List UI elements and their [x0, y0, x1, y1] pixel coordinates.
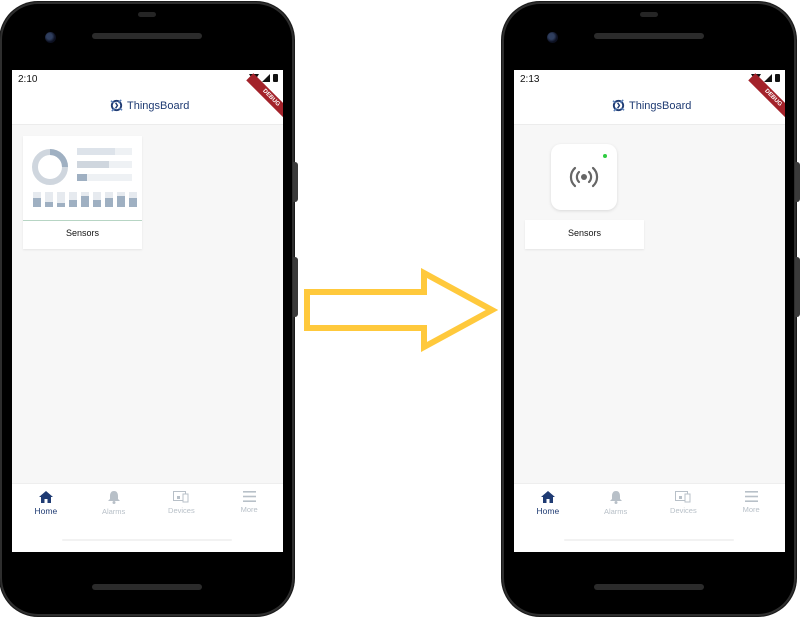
menu-icon — [744, 491, 758, 502]
phone-before: 2:10 ThingsBoard DEBUG Sensors Home Alar… — [0, 2, 298, 616]
bell-icon — [609, 491, 622, 504]
gesture-bar[interactable] — [62, 539, 232, 541]
screen-after: 2:13 ThingsBoard DEBUG Sensors Home Alar… — [514, 70, 785, 552]
signal-icon — [262, 74, 270, 82]
bell-icon — [107, 491, 120, 504]
devices-icon — [675, 491, 691, 503]
phone-notch — [640, 12, 658, 17]
battery-icon — [775, 74, 780, 82]
battery-icon — [273, 74, 278, 82]
app-bar: ThingsBoard DEBUG — [514, 73, 785, 125]
nav-alarms[interactable]: Alarms — [80, 484, 148, 532]
nav-label: Home — [34, 506, 58, 516]
app-brand: ThingsBoard — [611, 98, 691, 113]
status-time: 2:10 — [18, 74, 38, 85]
nav-home[interactable]: Home — [12, 484, 80, 532]
front-camera — [547, 32, 558, 43]
gesture-area — [12, 531, 283, 552]
volume-button — [795, 257, 800, 317]
bottom-speaker — [594, 584, 704, 590]
nav-more[interactable]: More — [717, 484, 785, 532]
power-button — [293, 162, 298, 202]
device-tile — [551, 144, 617, 210]
nav-home[interactable]: Home — [514, 484, 582, 532]
nav-label: Home — [536, 506, 560, 516]
nav-label: Alarms — [603, 507, 628, 516]
volume-button — [293, 257, 298, 317]
nav-label: More — [240, 505, 258, 514]
devices-icon — [173, 491, 189, 503]
home-icon — [540, 491, 555, 503]
dashboard-card-sensors[interactable]: Sensors — [23, 136, 142, 249]
home-icon — [38, 491, 53, 503]
phone-notch — [138, 12, 156, 17]
status-bar: 2:13 — [514, 70, 785, 88]
gesture-area — [514, 531, 785, 552]
status-bar: 2:10 — [12, 70, 283, 88]
dashboard-preview-thumbnail — [23, 148, 142, 221]
app-title: ThingsBoard — [629, 99, 692, 112]
online-status-dot — [603, 154, 607, 158]
nav-alarms[interactable]: Alarms — [582, 484, 650, 532]
transition-arrow-icon — [304, 268, 498, 352]
menu-icon — [242, 491, 256, 502]
bottom-navigation: Home Alarms Devices More — [514, 483, 785, 532]
screen-before: 2:10 ThingsBoard DEBUG Sensors Home Alar… — [12, 70, 283, 552]
nav-devices[interactable]: Devices — [148, 484, 216, 532]
device-label-box: Sensors — [525, 220, 644, 249]
card-label: Sensors — [567, 228, 602, 238]
bottom-speaker — [92, 584, 202, 590]
nav-more[interactable]: More — [215, 484, 283, 532]
app-brand: ThingsBoard — [109, 98, 189, 113]
card-label: Sensors — [65, 228, 100, 238]
device-card-sensors[interactable]: Sensors — [525, 136, 644, 249]
sensors-icon — [569, 166, 599, 188]
thingsboard-logo-icon — [110, 99, 123, 112]
nav-label: Devices — [168, 506, 195, 515]
earpiece-speaker — [594, 33, 704, 39]
nav-devices[interactable]: Devices — [650, 484, 718, 532]
signal-icon — [764, 74, 772, 82]
thingsboard-logo-icon — [612, 99, 625, 112]
front-camera — [45, 32, 56, 43]
power-button — [795, 162, 800, 202]
app-bar: ThingsBoard DEBUG — [12, 73, 283, 125]
status-time: 2:13 — [520, 74, 540, 85]
nav-label: Devices — [670, 506, 697, 515]
nav-label: More — [742, 505, 760, 514]
app-title: ThingsBoard — [127, 99, 190, 112]
nav-label: Alarms — [101, 507, 126, 516]
bottom-navigation: Home Alarms Devices More — [12, 483, 283, 532]
phone-after: 2:13 ThingsBoard DEBUG Sensors Home Alar… — [502, 2, 800, 616]
earpiece-speaker — [92, 33, 202, 39]
gesture-bar[interactable] — [564, 539, 734, 541]
